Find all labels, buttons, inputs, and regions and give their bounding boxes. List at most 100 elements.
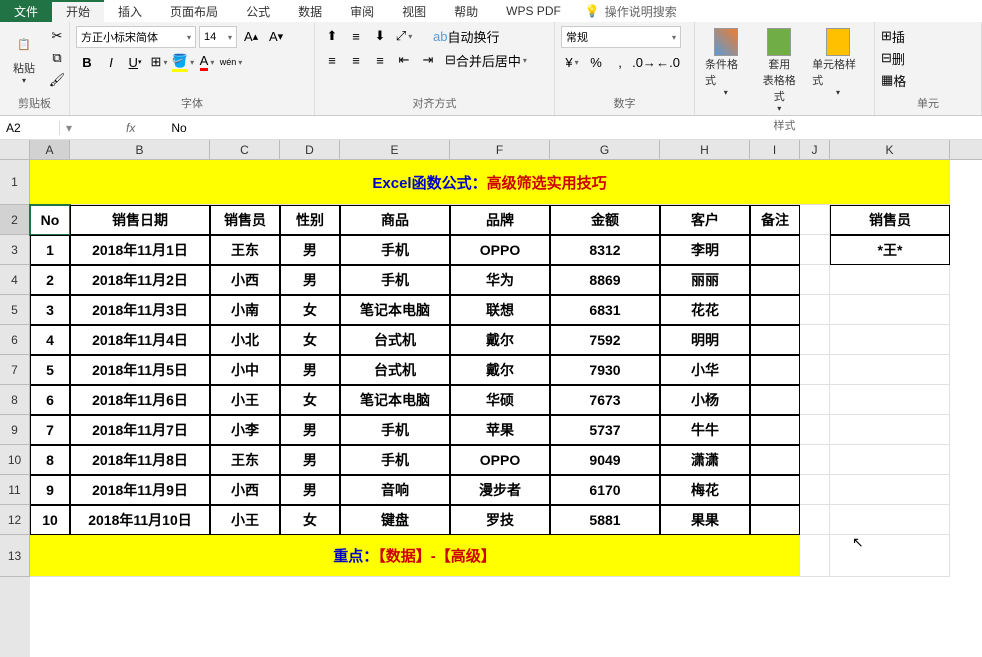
- col-header-D[interactable]: D: [280, 140, 340, 159]
- cell[interactable]: [800, 475, 830, 505]
- cell[interactable]: [800, 325, 830, 355]
- cell[interactable]: 客户: [660, 205, 750, 235]
- menu-tab-0[interactable]: 开始: [52, 0, 104, 22]
- cell[interactable]: [830, 505, 950, 535]
- col-header-F[interactable]: F: [450, 140, 550, 159]
- orientation-button[interactable]: ⤢: [393, 26, 415, 46]
- cell[interactable]: [800, 265, 830, 295]
- cell[interactable]: [830, 475, 950, 505]
- cell[interactable]: 7673: [550, 385, 660, 415]
- row-header-9[interactable]: 9: [0, 415, 30, 445]
- cell[interactable]: 8869: [550, 265, 660, 295]
- cell[interactable]: 10: [30, 505, 70, 535]
- row-header-13[interactable]: 13: [0, 535, 30, 577]
- cell[interactable]: [800, 235, 830, 265]
- cell[interactable]: 键盘: [340, 505, 450, 535]
- cell[interactable]: 王东: [210, 445, 280, 475]
- cell[interactable]: [750, 235, 800, 265]
- cell[interactable]: [800, 295, 830, 325]
- col-header-K[interactable]: K: [830, 140, 950, 159]
- row-header-3[interactable]: 3: [0, 235, 30, 265]
- cell[interactable]: 华为: [450, 265, 550, 295]
- cell[interactable]: [750, 325, 800, 355]
- cell[interactable]: 手机: [340, 235, 450, 265]
- col-header-J[interactable]: J: [800, 140, 830, 159]
- row-header-1[interactable]: 1: [0, 160, 30, 205]
- insert-cells-button[interactable]: ⊞ 插: [881, 26, 905, 46]
- cell[interactable]: 8312: [550, 235, 660, 265]
- cell[interactable]: 潇潇: [660, 445, 750, 475]
- cell[interactable]: 金额: [550, 205, 660, 235]
- cell[interactable]: 漫步者: [450, 475, 550, 505]
- cell[interactable]: 小王: [210, 505, 280, 535]
- cell[interactable]: [750, 505, 800, 535]
- cell[interactable]: 男: [280, 445, 340, 475]
- cell[interactable]: 李明: [660, 235, 750, 265]
- cell[interactable]: 小李: [210, 415, 280, 445]
- col-header-C[interactable]: C: [210, 140, 280, 159]
- cell[interactable]: OPPO: [450, 235, 550, 265]
- border-button[interactable]: ⊞: [148, 52, 170, 72]
- cell[interactable]: [750, 415, 800, 445]
- cell[interactable]: 牛牛: [660, 415, 750, 445]
- cell[interactable]: 2018年11月8日: [70, 445, 210, 475]
- cell[interactable]: 销售日期: [70, 205, 210, 235]
- row-header-4[interactable]: 4: [0, 265, 30, 295]
- formula-input[interactable]: No: [163, 121, 982, 135]
- cell[interactable]: [830, 325, 950, 355]
- cell[interactable]: 2018年11月9日: [70, 475, 210, 505]
- menu-tab-7[interactable]: 帮助: [440, 0, 492, 22]
- cell[interactable]: [750, 355, 800, 385]
- cell[interactable]: [800, 415, 830, 445]
- col-header-E[interactable]: E: [340, 140, 450, 159]
- italic-button[interactable]: I: [100, 52, 122, 72]
- cell[interactable]: 小华: [660, 355, 750, 385]
- conditional-format-button[interactable]: 条件格式▾: [701, 26, 751, 99]
- cell[interactable]: 小杨: [660, 385, 750, 415]
- row-header-12[interactable]: 12: [0, 505, 30, 535]
- cell[interactable]: [800, 205, 830, 235]
- decrease-indent-button[interactable]: ⇤: [393, 50, 415, 70]
- cell[interactable]: [830, 385, 950, 415]
- cell[interactable]: 7: [30, 415, 70, 445]
- number-format-select[interactable]: 常规: [561, 26, 681, 48]
- cell[interactable]: 音响: [340, 475, 450, 505]
- cell[interactable]: 销售员: [210, 205, 280, 235]
- cell[interactable]: [830, 535, 950, 577]
- row-header-2[interactable]: 2: [0, 205, 30, 235]
- increase-indent-button[interactable]: ⇥: [417, 50, 439, 70]
- cell[interactable]: 罗技: [450, 505, 550, 535]
- cell[interactable]: 戴尔: [450, 355, 550, 385]
- cell[interactable]: [800, 535, 830, 577]
- cell[interactable]: 丽丽: [660, 265, 750, 295]
- cell[interactable]: 小中: [210, 355, 280, 385]
- cell[interactable]: 台式机: [340, 355, 450, 385]
- criteria-header[interactable]: 销售员: [830, 205, 950, 235]
- cell[interactable]: 女: [280, 505, 340, 535]
- font-name-select[interactable]: 方正小标宋简体: [76, 26, 196, 48]
- align-left-button[interactable]: ≡: [321, 50, 343, 70]
- cell[interactable]: [830, 355, 950, 385]
- cell-styles-button[interactable]: 单元格样式▾: [808, 26, 868, 99]
- row-header-6[interactable]: 6: [0, 325, 30, 355]
- cell[interactable]: 男: [280, 475, 340, 505]
- font-color-button[interactable]: A: [196, 52, 218, 72]
- table-format-button[interactable]: 套用 表格格式▾: [755, 26, 805, 115]
- cell[interactable]: 手机: [340, 445, 450, 475]
- menu-file[interactable]: 文件: [0, 0, 52, 22]
- col-header-B[interactable]: B: [70, 140, 210, 159]
- align-top-button[interactable]: ⬆: [321, 26, 343, 46]
- cell[interactable]: OPPO: [450, 445, 550, 475]
- cell[interactable]: 笔记本电脑: [340, 385, 450, 415]
- cell[interactable]: [800, 355, 830, 385]
- cell[interactable]: 7930: [550, 355, 660, 385]
- cell[interactable]: 2018年11月3日: [70, 295, 210, 325]
- cell[interactable]: 6: [30, 385, 70, 415]
- align-right-button[interactable]: ≡: [369, 50, 391, 70]
- cell[interactable]: 2018年11月5日: [70, 355, 210, 385]
- cell[interactable]: 小南: [210, 295, 280, 325]
- tell-me-search[interactable]: 💡 操作说明搜索: [575, 0, 687, 22]
- cell[interactable]: 2018年11月4日: [70, 325, 210, 355]
- cell[interactable]: 品牌: [450, 205, 550, 235]
- fill-color-button[interactable]: 🪣: [172, 52, 194, 72]
